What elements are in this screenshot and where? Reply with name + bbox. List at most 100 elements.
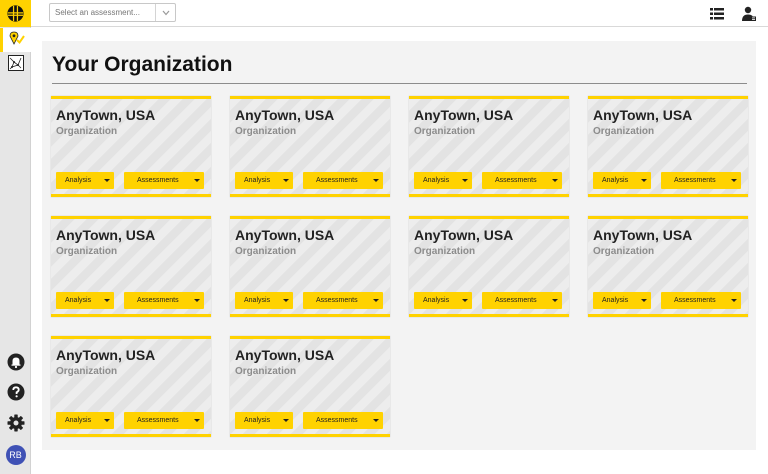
organization-card[interactable]: AnyTown, USA Organization Analysis Asses… (230, 216, 390, 317)
user-admin-icon[interactable] (741, 6, 756, 21)
sidebar-item-locations[interactable] (0, 28, 31, 52)
analysis-button-label: Analysis (602, 177, 629, 184)
analysis-button-label: Analysis (65, 177, 92, 184)
analysis-dropdown-button[interactable]: Analysis (235, 292, 293, 309)
card-title: AnyTown, USA (235, 107, 335, 123)
help-button[interactable] (0, 383, 31, 405)
caret-down-icon (283, 419, 289, 422)
assessments-button-label: Assessments (316, 177, 358, 184)
card-title: AnyTown, USA (56, 107, 156, 123)
organization-card[interactable]: AnyTown, USA Organization Analysis Asses… (588, 216, 748, 317)
card-title: AnyTown, USA (56, 347, 156, 363)
analysis-dropdown-button[interactable]: Analysis (235, 412, 293, 429)
analysis-button-label: Analysis (65, 297, 92, 304)
caret-down-icon (283, 299, 289, 302)
card-subtitle: Organization (235, 126, 297, 137)
card-subtitle: Organization (593, 246, 655, 257)
assessments-dropdown-button[interactable]: Assessments (124, 292, 204, 309)
assessments-dropdown-button[interactable]: Assessments (482, 172, 562, 189)
title-divider (52, 83, 747, 84)
caret-down-icon (552, 179, 558, 182)
assessments-dropdown-button[interactable]: Assessments (303, 412, 383, 429)
chevron-down-icon (155, 4, 175, 21)
avatar: RB (5, 445, 26, 465)
card-subtitle: Organization (56, 126, 118, 137)
caret-down-icon (194, 179, 200, 182)
list-icon[interactable] (709, 6, 724, 21)
caret-down-icon (194, 419, 200, 422)
caret-down-icon (194, 299, 200, 302)
caret-down-icon (731, 179, 737, 182)
analysis-button-label: Analysis (423, 177, 450, 184)
assessments-button-label: Assessments (674, 297, 716, 304)
card-title: AnyTown, USA (235, 227, 335, 243)
analysis-dropdown-button[interactable]: Analysis (593, 172, 651, 189)
card-subtitle: Organization (414, 126, 476, 137)
caret-down-icon (731, 299, 737, 302)
organization-card[interactable]: AnyTown, USA Organization Analysis Asses… (51, 96, 211, 197)
help-icon (7, 383, 25, 406)
map-pin-check-icon (9, 31, 25, 50)
assessments-button-label: Assessments (316, 417, 358, 424)
notifications-icon (7, 353, 25, 376)
analysis-dropdown-button[interactable]: Analysis (56, 172, 114, 189)
card-subtitle: Organization (56, 366, 118, 377)
card-subtitle: Organization (414, 246, 476, 257)
analysis-dropdown-button[interactable]: Analysis (414, 292, 472, 309)
assessments-button-label: Assessments (495, 297, 537, 304)
assessments-dropdown-button[interactable]: Assessments (482, 292, 562, 309)
analysis-dropdown-button[interactable]: Analysis (56, 412, 114, 429)
assessments-dropdown-button[interactable]: Assessments (303, 292, 383, 309)
organization-card[interactable]: AnyTown, USA Organization Analysis Asses… (51, 336, 211, 437)
caret-down-icon (641, 179, 647, 182)
card-title: AnyTown, USA (56, 227, 156, 243)
card-title: AnyTown, USA (414, 227, 514, 243)
assessments-dropdown-button[interactable]: Assessments (661, 292, 741, 309)
card-subtitle: Organization (593, 126, 655, 137)
assessments-dropdown-button[interactable]: Assessments (303, 172, 383, 189)
card-title: AnyTown, USA (593, 227, 693, 243)
sidebar: RB (0, 27, 31, 474)
organization-card[interactable]: AnyTown, USA Organization Analysis Asses… (588, 96, 748, 197)
card-title: AnyTown, USA (235, 347, 335, 363)
analysis-dropdown-button[interactable]: Analysis (235, 172, 293, 189)
analysis-button-label: Analysis (244, 177, 271, 184)
notifications-button[interactable] (0, 353, 31, 375)
caret-down-icon (641, 299, 647, 302)
analysis-dropdown-button[interactable]: Analysis (56, 292, 114, 309)
analysis-dropdown-button[interactable]: Analysis (414, 172, 472, 189)
assessment-select-placeholder: Select an assessment... (55, 8, 140, 17)
caret-down-icon (373, 179, 379, 182)
analysis-button-label: Analysis (244, 297, 271, 304)
card-subtitle: Organization (56, 246, 118, 257)
organization-card[interactable]: AnyTown, USA Organization Analysis Asses… (409, 96, 569, 197)
assessments-button-label: Assessments (316, 297, 358, 304)
card-title: AnyTown, USA (414, 107, 514, 123)
analysis-button-label: Analysis (65, 417, 92, 424)
organization-card[interactable]: AnyTown, USA Organization Analysis Asses… (51, 216, 211, 317)
assessments-dropdown-button[interactable]: Assessments (124, 172, 204, 189)
assessments-button-label: Assessments (137, 417, 179, 424)
assessments-dropdown-button[interactable]: Assessments (661, 172, 741, 189)
settings-button[interactable] (0, 414, 31, 436)
organization-card[interactable]: AnyTown, USA Organization Analysis Asses… (409, 216, 569, 317)
organization-card[interactable]: AnyTown, USA Organization Analysis Asses… (230, 336, 390, 437)
caret-down-icon (462, 299, 468, 302)
caret-down-icon (373, 299, 379, 302)
sidebar-item-map[interactable] (0, 53, 31, 77)
analysis-button-label: Analysis (602, 297, 629, 304)
assessments-dropdown-button[interactable]: Assessments (124, 412, 204, 429)
caret-down-icon (104, 179, 110, 182)
main-content: Your Organization AnyTown, USA Organizat… (42, 41, 756, 450)
network-map-icon (7, 54, 24, 76)
organization-card[interactable]: AnyTown, USA Organization Analysis Asses… (230, 96, 390, 197)
assessments-button-label: Assessments (495, 177, 537, 184)
user-avatar-button[interactable]: RB (0, 444, 31, 466)
settings-icon (7, 414, 25, 437)
page-title: Your Organization (52, 53, 233, 76)
assessments-button-label: Assessments (674, 177, 716, 184)
analysis-dropdown-button[interactable]: Analysis (593, 292, 651, 309)
assessment-select[interactable]: Select an assessment... (49, 3, 176, 22)
caret-down-icon (373, 419, 379, 422)
logo-icon[interactable] (0, 0, 31, 27)
